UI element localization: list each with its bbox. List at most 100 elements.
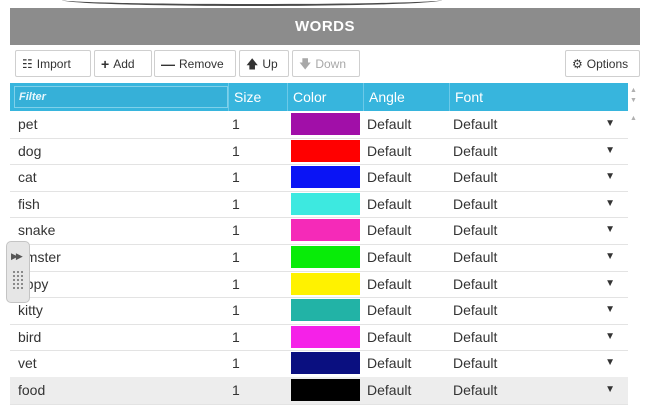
word-cell[interactable]: cat [18,164,228,190]
size-cell[interactable]: 1 [232,350,287,376]
import-button[interactable]: ☷ Import [15,50,91,77]
scroll-up-icon[interactable]: ▲ [630,87,637,94]
font-dropdown[interactable]: Default ▼ [453,138,623,164]
font-column-header[interactable]: Font [449,83,628,111]
chevron-down-icon[interactable]: ▼ [605,164,615,190]
font-dropdown[interactable]: Default ▼ [453,217,623,243]
chevron-down-icon[interactable]: ▼ [605,111,615,137]
font-dropdown[interactable]: Default ▼ [453,111,623,137]
color-cell[interactable] [291,164,360,190]
chevron-down-icon[interactable]: ▼ [605,350,615,376]
color-cell[interactable] [291,217,360,243]
angle-column-header[interactable]: Angle [363,83,449,111]
scroll-up-icon[interactable]: ▲ [630,115,637,122]
chevron-down-icon[interactable]: ▼ [605,297,615,323]
table-row[interactable]: kitty 1 Default Default ▼ [10,297,628,325]
color-swatch[interactable] [291,299,360,322]
size-cell[interactable]: 1 [232,164,287,190]
size-cell[interactable]: 1 [232,217,287,243]
word-cell[interactable]: dog [18,138,228,164]
vertical-scrollbar[interactable]: ▲ ▼ ▲ [628,83,640,401]
size-cell[interactable]: 1 [232,324,287,350]
angle-cell[interactable]: Default [367,324,447,350]
chevron-down-icon[interactable]: ▼ [605,138,615,164]
angle-cell[interactable]: Default [367,297,447,323]
word-cell[interactable]: kitty [18,297,228,323]
color-cell[interactable] [291,377,360,403]
angle-cell[interactable]: Default [367,164,447,190]
table-row[interactable]: pet 1 Default Default ▼ [10,111,628,139]
chevron-down-icon[interactable]: ▼ [605,271,615,297]
font-dropdown[interactable]: Default ▼ [453,350,623,376]
chevron-down-icon[interactable]: ▼ [605,377,615,403]
color-swatch[interactable] [291,113,360,135]
color-swatch[interactable] [291,219,360,242]
size-cell[interactable]: 1 [232,138,287,164]
filter-input[interactable]: Filter [14,86,228,108]
color-swatch[interactable] [291,272,360,295]
table-row[interactable]: vet 1 Default Default ▼ [10,350,628,378]
size-cell[interactable]: 1 [232,111,287,137]
table-row[interactable]: cat 1 Default Default ▼ [10,164,628,192]
color-cell[interactable] [291,138,360,164]
word-cell[interactable]: snake [18,217,228,243]
color-swatch[interactable] [291,379,360,401]
remove-button[interactable]: — Remove [154,50,236,77]
color-swatch[interactable] [291,325,360,348]
side-panel-handle[interactable]: ▶▶ [6,241,30,303]
table-row[interactable]: food 1 Default Default ▼ [10,377,628,405]
table-row[interactable]: snake 1 Default Default ▼ [10,217,628,245]
color-cell[interactable] [291,244,360,270]
move-up-button[interactable]: 🡅 Up [239,50,289,77]
color-swatch[interactable] [291,192,360,215]
color-cell[interactable] [291,271,360,297]
angle-cell[interactable]: Default [367,111,447,137]
color-swatch[interactable] [291,139,360,162]
chevron-down-icon[interactable]: ▼ [605,244,615,270]
angle-cell[interactable]: Default [367,244,447,270]
options-button[interactable]: ⚙ Options [565,50,640,77]
color-swatch[interactable] [291,352,360,375]
font-dropdown[interactable]: Default ▼ [453,164,623,190]
font-dropdown[interactable]: Default ▼ [453,324,623,350]
table-row[interactable]: dog 1 Default Default ▼ [10,138,628,166]
word-cell[interactable]: fish [18,191,228,217]
font-dropdown[interactable]: Default ▼ [453,297,623,323]
angle-cell[interactable]: Default [367,138,447,164]
color-cell[interactable] [291,350,360,376]
font-dropdown[interactable]: Default ▼ [453,191,623,217]
angle-cell[interactable]: Default [367,217,447,243]
word-cell[interactable]: uppy [18,271,228,297]
color-column-header[interactable]: Color [287,83,363,111]
chevron-down-icon[interactable]: ▼ [605,324,615,350]
color-cell[interactable] [291,297,360,323]
word-cell[interactable]: amster [18,244,228,270]
table-row[interactable]: fish 1 Default Default ▼ [10,191,628,219]
color-swatch[interactable] [291,166,360,189]
size-column-header[interactable]: Size [228,83,287,111]
move-down-button[interactable]: 🡇 Down [292,50,360,77]
color-swatch[interactable] [291,246,360,268]
word-cell[interactable]: vet [18,350,228,376]
size-cell[interactable]: 1 [232,191,287,217]
word-cell[interactable]: bird [18,324,228,350]
table-row[interactable]: uppy 1 Default Default ▼ [10,271,628,299]
font-dropdown[interactable]: Default ▼ [453,377,623,403]
scroll-down-icon[interactable]: ▼ [630,97,637,104]
table-row[interactable]: bird 1 Default Default ▼ [10,324,628,352]
chevron-down-icon[interactable]: ▼ [605,217,615,243]
size-cell[interactable]: 1 [232,377,287,403]
add-button[interactable]: + Add [94,50,152,77]
word-cell[interactable]: food [18,377,228,403]
angle-cell[interactable]: Default [367,377,447,403]
angle-cell[interactable]: Default [367,271,447,297]
angle-cell[interactable]: Default [367,350,447,376]
word-cell[interactable]: pet [18,111,228,137]
color-cell[interactable] [291,111,360,137]
chevron-down-icon[interactable]: ▼ [605,191,615,217]
color-cell[interactable] [291,191,360,217]
angle-cell[interactable]: Default [367,191,447,217]
size-cell[interactable]: 1 [232,297,287,323]
font-dropdown[interactable]: Default ▼ [453,271,623,297]
table-row[interactable]: amster 1 Default Default ▼ [10,244,628,272]
